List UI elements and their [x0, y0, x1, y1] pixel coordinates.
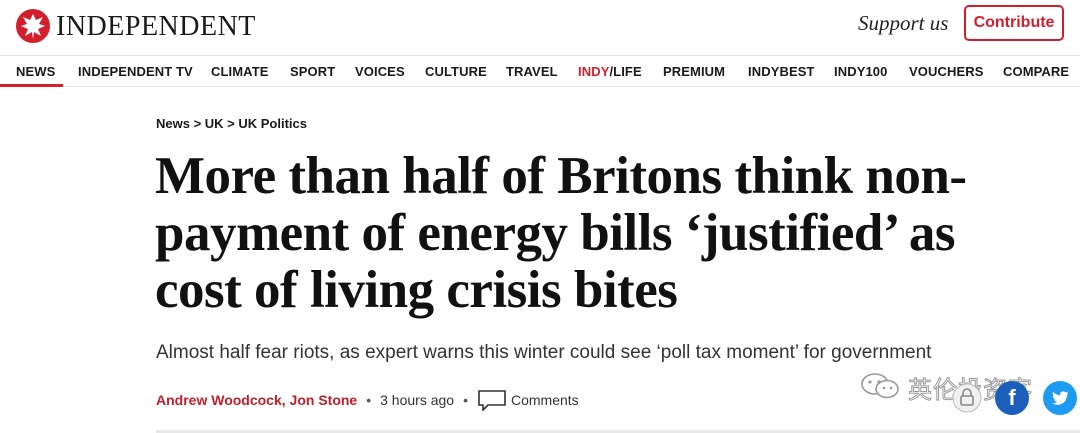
author-link[interactable]: Jon Stone	[290, 392, 358, 408]
nav-item-culture[interactable]: CULTURE	[425, 64, 487, 79]
wechat-icon	[861, 373, 899, 399]
nav-item-independent-tv[interactable]: INDEPENDENT TV	[78, 64, 193, 79]
article-headline: More than half of Britons think non- pay…	[155, 148, 1075, 319]
nav-item-vouchers[interactable]: VOUCHERS	[909, 64, 983, 79]
author-link[interactable]: Andrew Woodcock	[156, 392, 282, 408]
twitter-bird-icon	[1052, 391, 1069, 405]
nav-item-indy100[interactable]: INDY100	[834, 64, 887, 79]
main-nav: NEWS INDEPENDENT TV CLIMATE SPORT VOICES…	[0, 55, 1080, 87]
nav-item-climate[interactable]: CLIMATE	[211, 64, 269, 79]
nav-item-sport[interactable]: SPORT	[290, 64, 335, 79]
headline-line: More than half of Britons think non-	[155, 147, 967, 205]
site-header: INDEPENDENT Support us Contribute	[0, 0, 1080, 52]
article-byline: Andrew Woodcock, Jon Stone • 3 hours ago…	[156, 389, 579, 411]
nav-item-premium[interactable]: PREMIUM	[663, 64, 725, 79]
support-us-link[interactable]: Support us	[858, 11, 948, 36]
nav-item-indy-life[interactable]: INDY/LIFE	[578, 64, 642, 79]
twitter-share-button[interactable]	[1043, 381, 1077, 415]
active-nav-indicator	[0, 84, 63, 87]
comments-link[interactable]: Comments	[511, 392, 579, 408]
headline-line: cost of living crisis bites	[155, 261, 678, 319]
headline-line: payment of energy bills ‘justified’ as	[155, 204, 956, 262]
facebook-icon: f	[1008, 385, 1016, 410]
article-standfirst: Almost half fear riots, as expert warns …	[156, 342, 932, 363]
author-separator: ,	[281, 392, 286, 408]
facebook-share-button[interactable]: f	[995, 381, 1029, 415]
eagle-logo-icon	[16, 9, 50, 43]
brand-wordmark: INDEPENDENT	[56, 11, 256, 42]
nav-item-news[interactable]: NEWS	[16, 64, 55, 79]
nav-item-voices[interactable]: VOICES	[355, 64, 405, 79]
nav-life-part: /LIFE	[609, 64, 642, 79]
nav-item-compare[interactable]: COMPARE	[1003, 64, 1069, 79]
site-logo[interactable]: INDEPENDENT	[15, 8, 256, 44]
nav-item-travel[interactable]: TRAVEL	[506, 64, 558, 79]
comment-bubble-icon[interactable]	[477, 389, 507, 411]
nav-indy-part: INDY	[578, 64, 610, 79]
lock-icon	[952, 383, 982, 413]
byline-bullet: •	[463, 392, 468, 408]
nav-item-indybest[interactable]: INDYBEST	[748, 64, 815, 79]
publish-time: 3 hours ago	[380, 392, 455, 408]
byline-bullet: •	[366, 392, 372, 408]
breadcrumb[interactable]: News > UK > UK Politics	[156, 116, 307, 131]
contribute-button[interactable]: Contribute	[964, 5, 1064, 41]
